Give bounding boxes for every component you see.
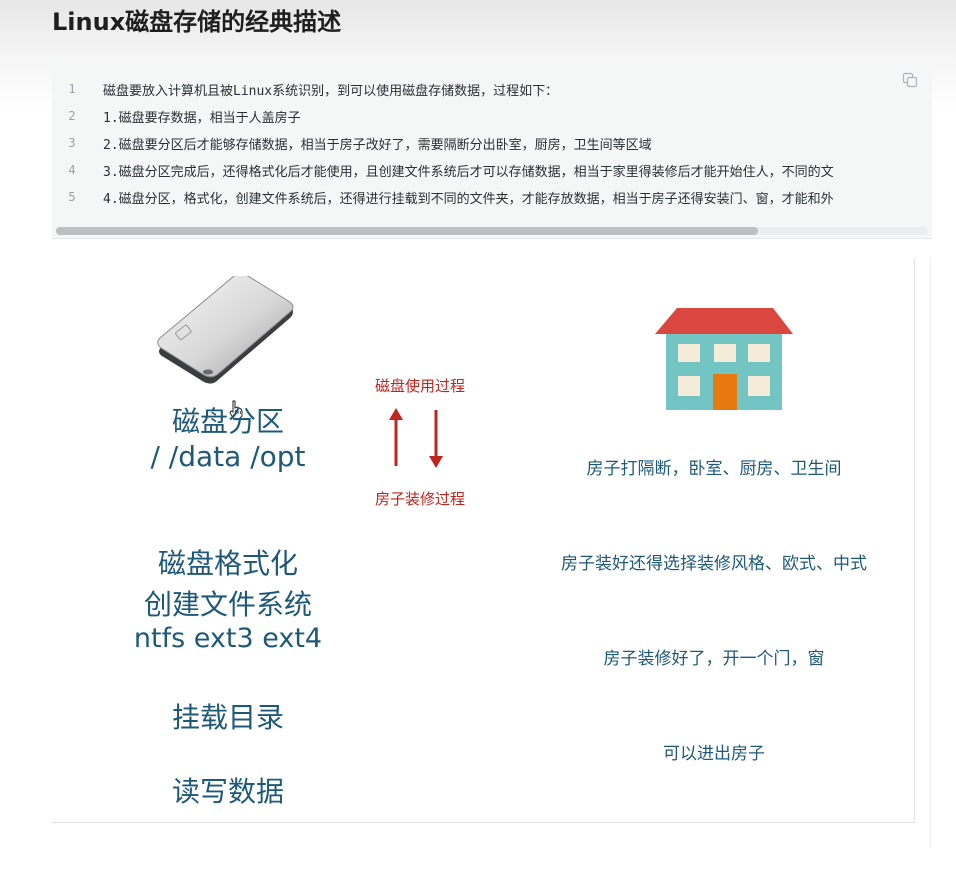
line-number: 3 <box>68 136 76 150</box>
analogy-slide: 磁盘分区 / /data /opt 磁盘格式化 创建文件系统 ntfs ext3… <box>52 258 915 823</box>
process-arrows-icon <box>389 408 443 468</box>
house-process-label: 房子装修过程 <box>374 490 465 508</box>
code-line-text: 3.磁盘分区完成后，还得格式化后才能使用，且创建文件系统后才可以存储数据，相当于… <box>103 165 834 180</box>
code-line: 4 3.磁盘分区完成后，还得格式化后才能使用，且创建文件系统后才可以存储数据，相… <box>52 156 932 182</box>
horizontal-scrollbar[interactable] <box>56 227 928 235</box>
code-line: 5 4.磁盘分区，格式化，创建文件系统后，还得进行挂载到不同的文件夹，才能存放数… <box>52 183 932 209</box>
code-line-text: 4.磁盘分区，格式化，创建文件系统后，还得进行挂载到不同的文件夹，才能存放数据，… <box>103 192 834 207</box>
door-analogy: 房子装修好了，开一个门，窗 <box>603 649 825 669</box>
style-analogy: 房子装好还得选择装修风格、欧式、中式 <box>561 554 867 574</box>
disk-process-label: 磁盘使用过程 <box>374 377 465 395</box>
external-hard-drive-icon <box>157 276 294 384</box>
code-line: 1 磁盘要放入计算机且被Linux系统识别，到可以使用磁盘存储数据，过程如下： <box>52 75 932 101</box>
partition-title: 磁盘分区 <box>171 405 284 438</box>
code-line-text: 2.磁盘要分区后才能够存储数据，相当于房子改好了，需要隔断分出卧室，厨房，卫生间… <box>103 138 652 153</box>
code-block: 1 磁盘要放入计算机且被Linux系统识别，到可以使用磁盘存储数据，过程如下： … <box>52 60 932 239</box>
code-line: 2 1.磁盘要存数据，相当于人盖房子 <box>52 102 932 128</box>
line-number: 1 <box>68 82 76 96</box>
partition-analogy: 房子打隔断，卧室、厨房、卫生间 <box>586 459 842 479</box>
code-line-text: 1.磁盘要存数据，相当于人盖房子 <box>103 111 301 126</box>
mount-title: 挂载目录 <box>171 701 284 734</box>
enter-analogy: 可以进出房子 <box>663 744 765 764</box>
format-title: 磁盘格式化 <box>157 547 298 580</box>
page-title: Linux磁盘存储的经典描述 <box>52 8 342 36</box>
house-icon <box>655 308 793 410</box>
divider <box>930 258 931 848</box>
code-line: 3 2.磁盘要分区后才能够存储数据，相当于房子改好了，需要隔断分出卧室，厨房，卫… <box>52 129 932 155</box>
copy-icon[interactable] <box>902 72 918 88</box>
line-number: 5 <box>68 190 76 204</box>
scrollbar-thumb[interactable] <box>56 227 758 235</box>
line-number: 2 <box>68 109 76 123</box>
fs-types: ntfs ext3 ext4 <box>133 623 323 654</box>
create-fs-title: 创建文件系统 <box>143 588 312 621</box>
read-write-title: 读写数据 <box>171 775 284 808</box>
partition-paths: / /data /opt <box>150 440 306 473</box>
line-number: 4 <box>68 163 76 177</box>
code-line-text: 磁盘要放入计算机且被Linux系统识别，到可以使用磁盘存储数据，过程如下： <box>103 84 559 99</box>
